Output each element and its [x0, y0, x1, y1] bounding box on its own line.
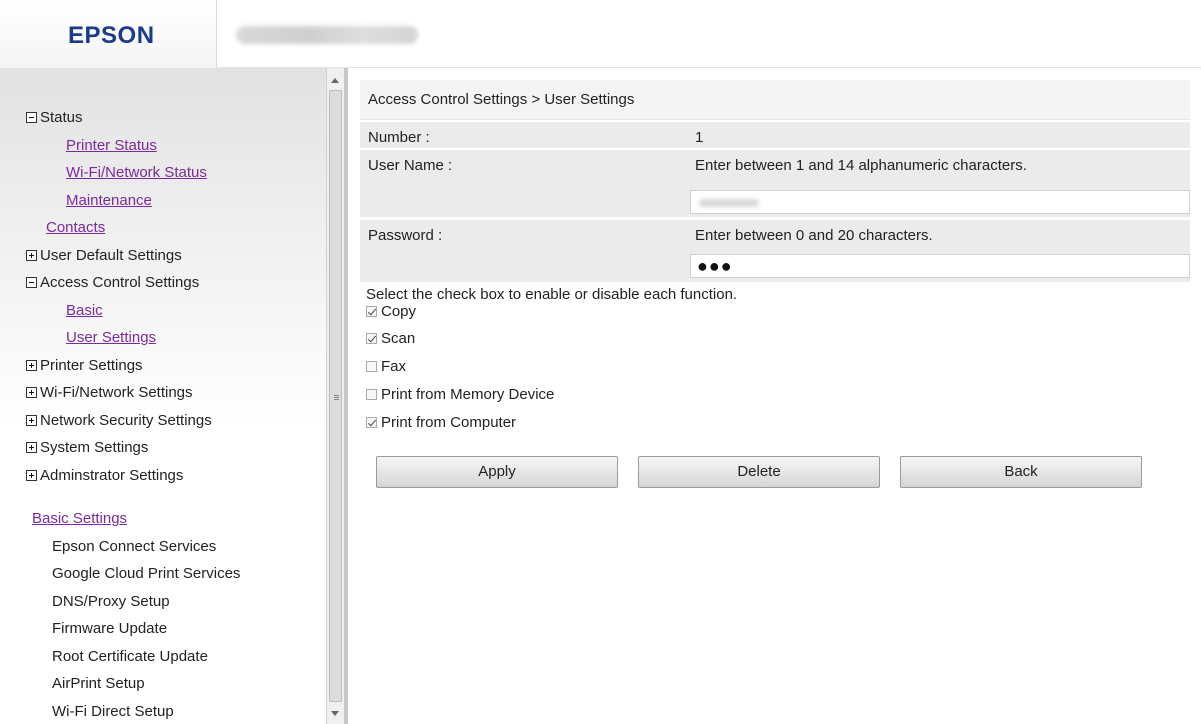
password-row: Password : Enter between 0 and 20 charac…	[360, 220, 1190, 283]
password-input[interactable]: ●●●	[690, 254, 1190, 278]
logo-area: EPSON	[0, 0, 216, 68]
function-print-from-memory-device-checkbox[interactable]	[366, 389, 377, 400]
sidebar-item-label[interactable]: Printer Status	[66, 137, 157, 154]
sidebar-item-status[interactable]: Status	[26, 104, 326, 132]
basic-settings-item-dns-proxy-setup[interactable]: DNS/Proxy Setup	[26, 588, 326, 616]
sidebar-item-printer-settings[interactable]: Printer Settings	[26, 352, 326, 380]
delete-button[interactable]: Delete	[638, 456, 880, 488]
sidebar-item-wi-fi-network-status[interactable]: Wi-Fi/Network Status	[26, 159, 326, 187]
sidebar-item-label[interactable]: Basic	[66, 302, 103, 319]
expand-icon[interactable]	[26, 414, 37, 426]
collapse-icon[interactable]	[26, 277, 37, 288]
back-button[interactable]: Back	[900, 456, 1142, 488]
function-fax[interactable]: Fax	[366, 356, 406, 378]
user-name-row: User Name : Enter between 1 and 14 alpha…	[360, 150, 1190, 218]
sidebar-item-system-settings[interactable]: System Settings	[26, 434, 326, 462]
function-fax-label: Fax	[381, 358, 407, 375]
sidebar-item-label: Access Control Settings	[40, 274, 200, 291]
function-scan[interactable]: Scan	[366, 328, 415, 350]
basic-settings-item-airprint-setup[interactable]: AirPrint Setup	[26, 670, 326, 698]
sidebar-item-label[interactable]: Maintenance	[66, 192, 152, 209]
sidebar-item-label[interactable]: User Settings	[66, 329, 156, 346]
expand-icon[interactable]	[26, 469, 37, 481]
function-copy-checkbox[interactable]	[366, 306, 377, 317]
user-name-input[interactable]	[690, 190, 1190, 214]
sidebar-item-maintenance[interactable]: Maintenance	[26, 187, 326, 215]
user-name-value-redacted	[699, 199, 759, 207]
password-label: Password :	[368, 227, 443, 244]
epson-logo: EPSON	[68, 22, 155, 49]
collapse-icon[interactable]	[26, 112, 37, 123]
function-print-from-computer-label: Print from Computer	[381, 414, 517, 431]
function-scan-checkbox[interactable]	[366, 333, 377, 344]
function-print-from-computer-checkbox[interactable]	[366, 417, 377, 428]
scroll-thumb[interactable]	[329, 90, 342, 702]
function-scan-label: Scan	[381, 330, 416, 347]
basic-settings-heading[interactable]: Basic Settings	[26, 505, 326, 533]
password-hint: Enter between 0 and 20 characters.	[695, 227, 933, 244]
sidebar-item-label: Network Security Settings	[40, 411, 212, 429]
sidebar-item-label: System Settings	[40, 439, 149, 456]
function-print-from-computer[interactable]: Print from Computer	[366, 412, 516, 434]
expand-icon[interactable]	[26, 442, 37, 453]
function-instruction: Select the check box to enable or disabl…	[366, 286, 738, 303]
sidebar-item-network-security-settings[interactable]: Network Security Settings	[26, 407, 326, 435]
apply-button[interactable]: Apply	[376, 456, 618, 488]
number-value: 1	[695, 129, 704, 146]
sidebar-item-label: Wi-Fi/Network Settings	[40, 384, 193, 401]
sidebar-item-basic[interactable]: Basic	[26, 297, 326, 325]
sidebar-item-user-default-settings[interactable]: User Default Settings	[26, 242, 326, 270]
sidebar-nav: Status Printer Status Wi-Fi/Network Status…	[26, 104, 326, 724]
sidebar-item-adminstrator-settings[interactable]: Adminstrator Settings	[26, 462, 326, 490]
header: EPSON	[0, 0, 1201, 68]
user-name-hint: Enter between 1 and 14 alphanumeric char…	[695, 157, 1027, 174]
basic-settings-link[interactable]: Basic Settings	[32, 510, 127, 527]
printer-model-redacted	[236, 26, 418, 44]
sidebar-item-user-settings[interactable]: User Settings	[26, 324, 326, 352]
sidebar-item-printer-status[interactable]: Printer Status	[26, 132, 326, 160]
sidebar-item-label[interactable]: Wi-Fi/Network Status	[66, 164, 207, 181]
basic-settings-item-google-cloud-print-services[interactable]: Google Cloud Print Services	[26, 560, 326, 588]
scroll-up-arrow-icon[interactable]	[331, 78, 339, 83]
grip-icon	[334, 395, 339, 396]
user-name-label: User Name :	[368, 157, 453, 174]
sidebar-item-wi-fi-network-settings[interactable]: Wi-Fi/Network Settings	[26, 379, 326, 407]
function-copy[interactable]: Copy	[366, 301, 416, 323]
function-copy-label: Copy	[381, 303, 417, 320]
expand-icon[interactable]	[26, 387, 37, 398]
sidebar-item-access-control-settings[interactable]: Access Control Settings	[26, 269, 326, 297]
number-row: Number : 1	[360, 122, 1190, 149]
sidebar-item-label[interactable]: Contacts	[46, 219, 105, 236]
sidebar-scrollbar[interactable]	[326, 68, 344, 724]
scroll-down-arrow-icon[interactable]	[331, 711, 339, 716]
sidebar-item-contacts[interactable]: Contacts	[26, 214, 326, 242]
expand-icon[interactable]	[26, 249, 37, 261]
sidebar: Status Printer Status Wi-Fi/Network Status…	[0, 68, 326, 724]
frame-divider[interactable]	[344, 68, 348, 724]
basic-settings-item-root-certificate-update[interactable]: Root Certificate Update	[26, 643, 326, 671]
breadcrumb: Access Control Settings > User Settings	[360, 80, 1190, 120]
basic-settings-item-firmware-update[interactable]: Firmware Update	[26, 615, 326, 643]
function-fax-checkbox[interactable]	[366, 361, 377, 372]
header-divider	[216, 0, 217, 68]
password-value: ●●●	[697, 256, 733, 276]
function-print-from-memory-device[interactable]: Print from Memory Device	[366, 384, 554, 406]
sidebar-item-label: Adminstrator Settings	[40, 466, 184, 484]
sidebar-item-label: User Default Settings	[40, 246, 182, 264]
basic-settings-item-wi-fi-direct-setup[interactable]: Wi-Fi Direct Setup	[26, 698, 326, 724]
number-label: Number :	[368, 129, 430, 146]
sidebar-item-label: Printer Settings	[40, 356, 143, 374]
expand-icon[interactable]	[26, 359, 37, 371]
sidebar-item-label: Status	[40, 109, 83, 126]
function-print-from-memory-device-label: Print from Memory Device	[381, 386, 555, 403]
basic-settings-item-epson-connect-services[interactable]: Epson Connect Services	[26, 533, 326, 561]
